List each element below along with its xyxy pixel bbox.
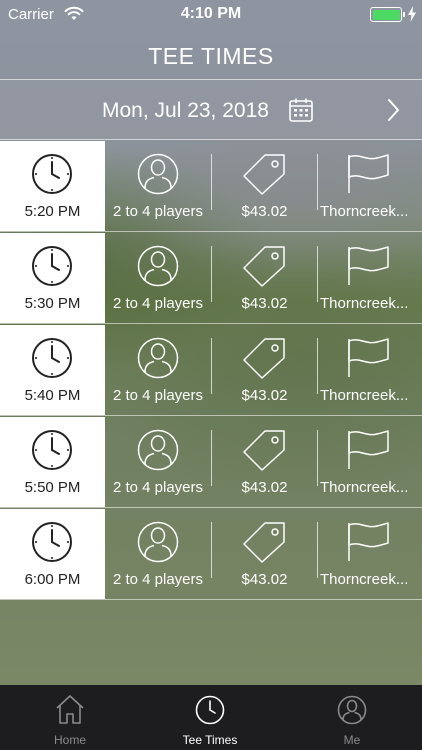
date-selector[interactable]: Mon, Jul 23, 2018 [0,80,422,140]
players-cell[interactable]: 2 to 4 players [105,325,211,415]
tee-time-row[interactable]: 5:50 PM 2 to 4 players $43.02 Thorncreek… [0,416,422,508]
tab-home-label: Home [53,733,86,747]
tee-time-label: 5:40 PM [24,387,81,404]
clock-icon [32,154,72,194]
tee-time-label: 6:00 PM [24,571,81,588]
price-cell[interactable]: $43.02 [212,509,317,599]
tab-me-label: Me [343,733,361,747]
tab-tee-times-label: Tee Times [182,733,238,747]
tab-tee-times[interactable]: Tee Times [140,685,280,750]
players-label: 2 to 4 players [112,387,204,404]
price-cell[interactable]: $43.02 [212,141,317,231]
chevron-right-icon[interactable] [384,97,402,123]
tee-time-label: 5:30 PM [24,295,81,312]
person-icon [137,429,179,471]
course-cell[interactable]: Thorncreek... [318,141,422,231]
flag-icon [348,338,389,377]
price-label: $43.02 [241,387,288,404]
tee-time-row[interactable]: 5:40 PM 2 to 4 players $43.02 Thorncreek… [0,324,422,416]
course-label: Thorncreek... [320,387,409,404]
clock-icon [32,430,72,470]
flag-icon [348,154,389,193]
clock-icon [195,695,225,725]
page-title: TEE TIMES [0,30,422,80]
clock-icon [32,246,72,286]
tab-bar: Home Tee Times Me [0,685,422,750]
battery-icon [370,6,416,23]
selected-date[interactable]: Mon, Jul 23, 2018 [102,99,269,123]
flag-icon [348,246,389,285]
course-label: Thorncreek... [320,203,409,220]
price-tag-icon [243,246,285,287]
course-cell[interactable]: Thorncreek... [318,417,422,507]
players-label: 2 to 4 players [112,479,204,496]
course-label: Thorncreek... [320,479,409,496]
status-bar: Carrier 4:10 PM [0,0,422,30]
players-label: 2 to 4 players [112,571,204,588]
price-label: $43.02 [241,203,288,220]
players-cell[interactable]: 2 to 4 players [105,233,211,323]
time-cell[interactable]: 5:20 PM [0,141,105,231]
price-cell[interactable]: $43.02 [212,233,317,323]
price-label: $43.02 [241,479,288,496]
price-tag-icon [243,154,285,195]
players-cell[interactable]: 2 to 4 players [105,417,211,507]
home-icon [56,695,84,724]
tab-home[interactable]: Home [0,685,140,750]
players-cell[interactable]: 2 to 4 players [105,509,211,599]
price-cell[interactable]: $43.02 [212,325,317,415]
charging-bolt-icon [408,6,416,22]
person-icon [337,695,367,725]
price-tag-icon [243,338,285,379]
price-tag-icon [243,522,285,563]
battery-level [372,9,400,20]
course-cell[interactable]: Thorncreek... [318,233,422,323]
calendar-icon[interactable] [288,97,314,123]
time-cell[interactable]: 5:50 PM [0,417,105,507]
tee-time-label: 5:20 PM [24,203,81,220]
price-cell[interactable]: $43.02 [212,417,317,507]
course-cell[interactable]: Thorncreek... [318,509,422,599]
flag-icon [348,430,389,469]
players-label: 2 to 4 players [112,295,204,312]
status-time: 4:10 PM [180,5,242,22]
tee-time-row[interactable]: 5:30 PM 2 to 4 players $43.02 Thorncreek… [0,232,422,324]
person-icon [137,153,179,195]
time-cell[interactable]: 6:00 PM [0,509,105,599]
course-label: Thorncreek... [320,571,409,588]
tee-time-row[interactable]: 6:00 PM 2 to 4 players $43.02 Thorncreek… [0,508,422,600]
time-cell[interactable]: 5:30 PM [0,233,105,323]
tee-time-row[interactable]: 5:20 PM 2 to 4 players $43.02 Thorncreek… [0,140,422,232]
tab-me[interactable]: Me [282,685,422,750]
price-tag-icon [243,430,285,471]
price-label: $43.02 [241,295,288,312]
players-cell[interactable]: 2 to 4 players [105,141,211,231]
flag-icon [348,522,389,561]
person-icon [137,337,179,379]
course-cell[interactable]: Thorncreek... [318,325,422,415]
person-icon [137,245,179,287]
course-label: Thorncreek... [320,295,409,312]
time-cell[interactable]: 5:40 PM [0,325,105,415]
players-label: 2 to 4 players [112,203,204,220]
person-icon [137,521,179,563]
tee-time-label: 5:50 PM [24,479,81,496]
price-label: $43.02 [241,571,288,588]
clock-icon [32,338,72,378]
clock-icon [32,522,72,562]
